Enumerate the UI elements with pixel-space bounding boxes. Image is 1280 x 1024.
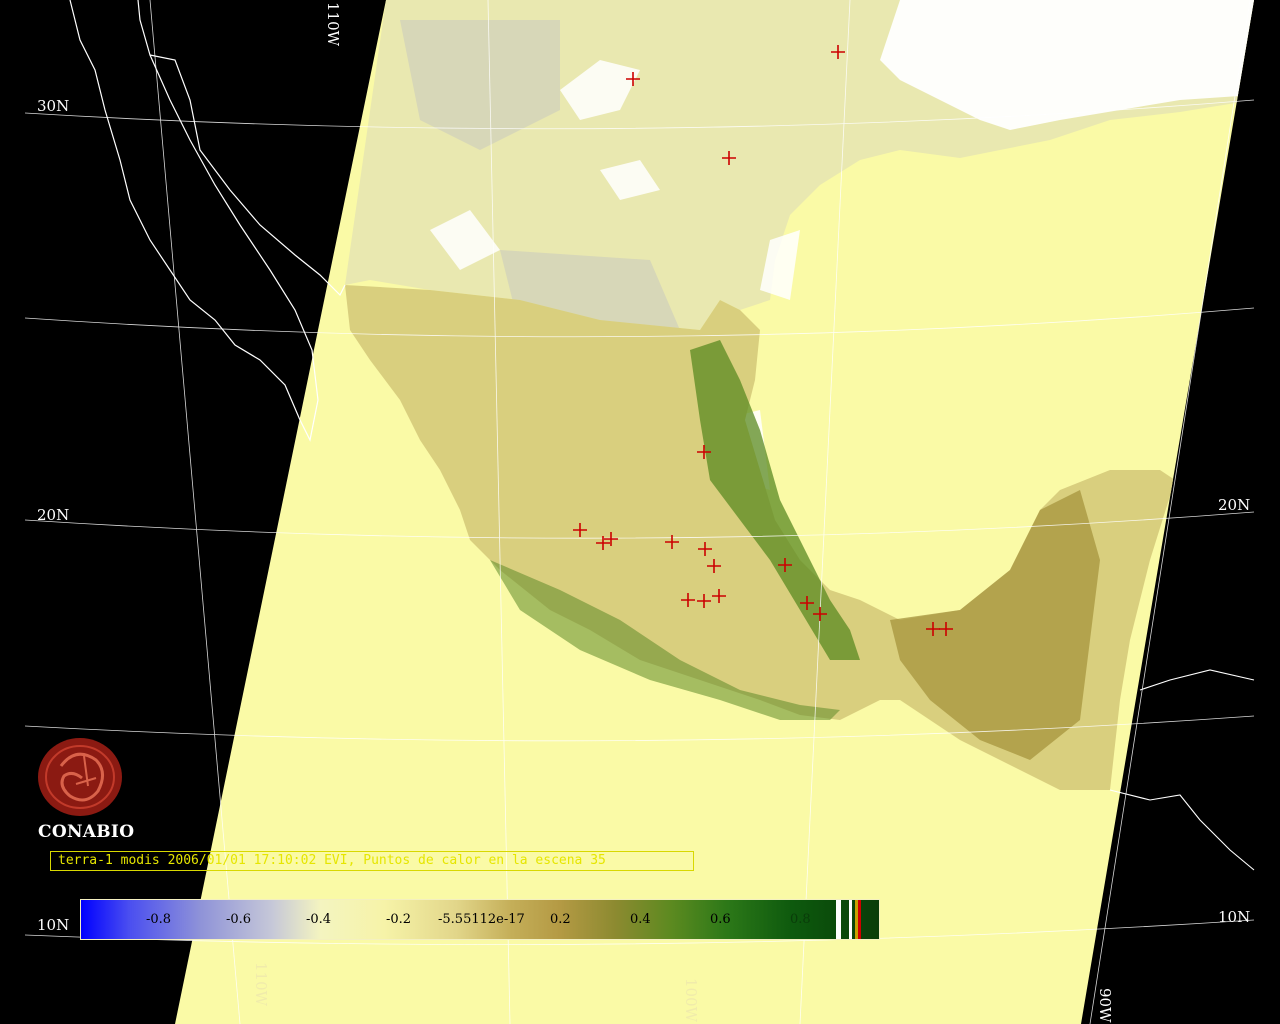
satellite-map-viewer: 30N 20N 10N 20N 10N 110W 110W 100W 90W C… (0, 0, 1280, 1024)
scene-caption: terra-1 modis 2006/01/01 17:10:02 EVI, P… (58, 853, 606, 868)
lat-10n-label: 10N (37, 916, 70, 934)
lon-100w-bottom-label: 100W (682, 978, 700, 1023)
lat-20n-label: 20N (37, 506, 70, 524)
colorbar-tick: 0.8 (790, 912, 811, 927)
central-america-coastline (1109, 789, 1255, 871)
colorbar-tick: 0.4 (630, 912, 651, 927)
colorbar-tick: -0.8 (146, 912, 172, 927)
lon-90w-bottom-label: 90W (1096, 988, 1114, 1023)
colorbar-tick: -0.6 (226, 912, 252, 927)
colorbar-tick: -0.2 (386, 912, 412, 927)
lat-10n-right-label: 10N (1218, 908, 1251, 926)
colorbar-white-marker-2 (849, 900, 852, 939)
colorbar-tick: -0.4 (306, 912, 332, 927)
lat-30n-label: 30N (37, 97, 70, 115)
caribbean-coastline (1139, 669, 1255, 691)
conabio-logo-icon (38, 738, 122, 816)
colorbar-tick: 0.6 (710, 912, 731, 927)
colorbar-white-marker (836, 900, 841, 939)
conabio-logo-text: CONABIO (38, 822, 135, 842)
mainland-coastline (149, 54, 346, 297)
colorbar-tick: -5.55112e-17 (438, 912, 525, 927)
baja-coastline (69, 0, 319, 442)
lon-110w-bottom-label: 110W (252, 962, 270, 1007)
lat-20n-right-label: 20N (1218, 496, 1251, 514)
colorbar-tick: 0.2 (550, 912, 571, 927)
lon-110w-top-label: 110W (324, 2, 342, 47)
colorbar-red-marker (858, 900, 861, 939)
